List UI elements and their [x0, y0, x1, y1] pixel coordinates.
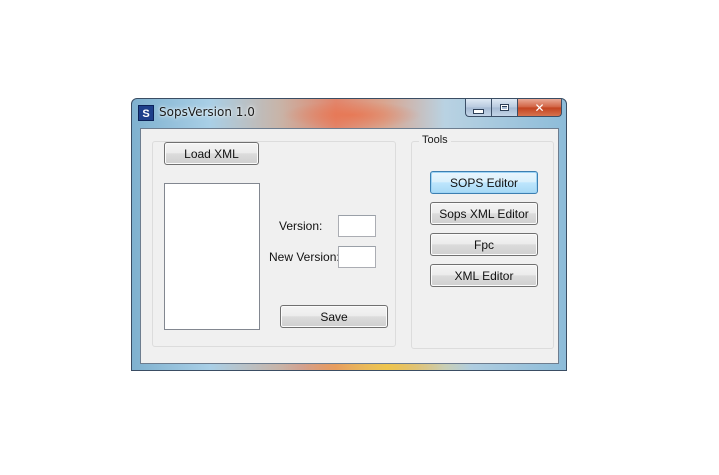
sops-xml-editor-button[interactable]: Sops XML Editor: [430, 202, 538, 225]
close-icon: ✕: [534, 100, 545, 115]
save-button[interactable]: Save: [280, 305, 388, 328]
tools-legend: Tools: [419, 134, 451, 146]
minimize-icon: [473, 108, 484, 114]
load-xml-button[interactable]: Load XML: [164, 142, 259, 165]
xml-file-listbox[interactable]: [164, 183, 260, 330]
new-version-input[interactable]: [338, 246, 376, 268]
version-label: Version:: [279, 219, 323, 233]
app-s-icon[interactable]: S: [138, 105, 154, 121]
maximize-button[interactable]: [491, 99, 517, 117]
app-window: S SopsVersion 1.0 ✕ Load XML Version: Ne…: [131, 98, 567, 371]
frame-bottom-glow: [302, 364, 472, 370]
fpc-button[interactable]: Fpc: [430, 233, 538, 256]
titlebar[interactable]: S SopsVersion 1.0 ✕: [132, 99, 566, 127]
maximize-icon: [500, 104, 509, 111]
sops-editor-button[interactable]: SOPS Editor: [430, 171, 538, 194]
close-button[interactable]: ✕: [517, 99, 562, 117]
new-version-label: New Version:: [269, 250, 340, 264]
xml-editor-button[interactable]: XML Editor: [430, 264, 538, 287]
window-title: SopsVersion 1.0: [159, 105, 255, 119]
minimize-button[interactable]: [465, 99, 491, 117]
caption-buttons: ✕: [465, 99, 562, 118]
client-area: Load XML Version: New Version: Save Tool…: [140, 128, 559, 364]
version-input[interactable]: [338, 215, 376, 237]
